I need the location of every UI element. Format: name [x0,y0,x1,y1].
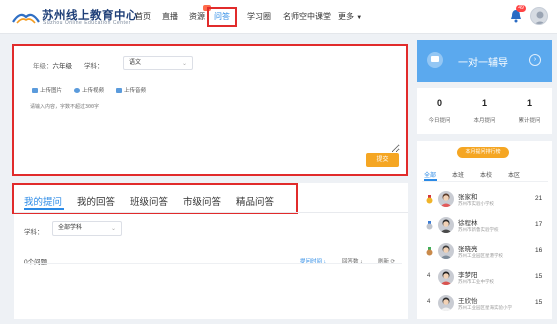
chevron-down-icon: ▼ [356,15,363,21]
notification-badge: 49 [516,5,526,12]
nav-study-circle[interactable]: 学习圈 [247,11,271,22]
stat-today-label: 今日提问 [428,118,451,124]
user-avatar-icon [440,297,452,311]
question-stats-card [417,88,552,134]
rank-name: 张晓亮 [458,246,478,253]
rank-school: 苏州市新鲁实验学校 [458,227,499,232]
stat-total-label: 累计提问 [518,118,541,124]
rank-row[interactable]: 4 李梦阳 苏州市工业中学校 15 [417,265,552,291]
user-avatar-icon [440,245,452,259]
filter-subject-value: 全部学科 [58,225,83,231]
upload-audio-label: 上传音频 [124,88,147,94]
nav-more[interactable]: 更多 ▼ [338,11,362,22]
user-avatar-icon [440,271,452,285]
rank-score: 17 [535,221,543,228]
rank-row[interactable]: 张晓亮 苏州工业园区星港学校 16 [417,239,552,265]
subject-select[interactable]: 语文 ⌄ [123,56,193,70]
logo-mark-icon [12,13,40,24]
rank-row[interactable]: 张家和 苏州市实验小学校 21 [417,187,552,213]
question-textarea[interactable] [30,103,400,153]
submit-button[interactable]: 提交 [366,153,399,167]
nav-master-classroom[interactable]: 名师空中课堂 [283,11,331,22]
user-avatar[interactable] [530,7,548,25]
grade-value: 六年级 [52,63,73,70]
nav-resources[interactable]: 资源 [189,11,205,22]
rank-school: 苏州工业园区星港学校 [458,253,503,258]
rank-number: 4 [427,299,431,305]
rank-name: 李梦阳 [458,272,478,279]
rank-score: 16 [535,247,543,254]
tab-divider [14,212,408,213]
subject-select-value: 语文 [129,60,142,66]
rank-name: 王欣怡 [458,298,478,305]
rank-school: 苏州工业园区星海实验小学 [458,305,512,310]
avatar [438,269,454,285]
avatar [438,217,454,233]
filter-subject-label: 学科： [24,229,44,236]
rank-score: 15 [535,273,543,280]
rank-name: 徐程林 [458,220,478,227]
question-count: 0个问题 [24,256,47,266]
chevron-down-icon: ⌄ [110,226,116,232]
nav-more-label: 更多 [338,12,354,21]
audio-icon [116,87,122,93]
ranking-title: 本月提问排行榜 [457,147,509,158]
rank-score: 21 [535,195,543,202]
bronze-medal-icon [426,247,433,256]
silver-medal-icon [426,221,433,230]
subject-label: 学科： [84,63,104,70]
chevron-down-icon: ⌄ [181,61,187,67]
gold-medal-icon [426,195,433,204]
upload-video-button[interactable]: 上传视频 [74,86,104,94]
rank-tab-school[interactable]: 本校 [480,170,492,179]
tabs-highlight [12,183,298,214]
rank-school: 苏州市工业中学校 [458,279,494,284]
rank-tab-all[interactable]: 全部 [424,170,436,179]
filter-subject-select[interactable]: 全部学科 ⌄ [52,221,122,236]
avatar [438,295,454,311]
upload-audio-button[interactable]: 上传音频 [116,86,146,94]
rank-row[interactable]: 徐程林 苏州市新鲁实验学校 17 [417,213,552,239]
stat-today-value: 0 [436,98,442,108]
logo-subtitle: Suzhou Online Education Center [43,20,131,26]
avatar [438,243,454,259]
nav-home[interactable]: 首页 [135,11,151,22]
user-avatar-icon [440,193,452,207]
avatar [438,191,454,207]
rank-tab-district[interactable]: 本区 [508,170,520,179]
site-logo[interactable]: 苏州线上教育中心 Suzhou Online Education Center [12,6,138,30]
image-icon [32,87,38,93]
grade-label: 年级： [33,63,53,70]
rank-school: 苏州市实验小学校 [458,201,494,206]
tutoring-label: 一对一辅导 [458,58,508,69]
rank-name: 张家和 [458,194,478,201]
rank-score: 15 [535,299,543,306]
stat-month-label: 本月提问 [473,118,496,124]
grade-field: 年级：六年级 [33,60,72,70]
nav-qa-highlight [207,7,237,27]
user-avatar-icon [440,219,452,233]
rank-row[interactable]: 4 王欣怡 苏州工业园区星海实验小学 15 [417,291,552,317]
list-divider [24,263,402,264]
chat-icon [427,52,443,68]
rank-divider [422,181,548,182]
rank-number: 4 [427,273,431,279]
video-icon [74,87,80,93]
upload-video-label: 上传视频 [82,88,105,94]
arrow-right-icon: › [529,54,541,66]
upload-image-button[interactable]: 上传图片 [32,86,62,94]
nav-live[interactable]: 直播 [162,11,178,22]
stat-total-value: 1 [526,98,532,108]
stat-month-value: 1 [481,98,487,108]
rank-tab-class[interactable]: 本班 [452,170,464,179]
upload-image-label: 上传图片 [40,88,63,94]
